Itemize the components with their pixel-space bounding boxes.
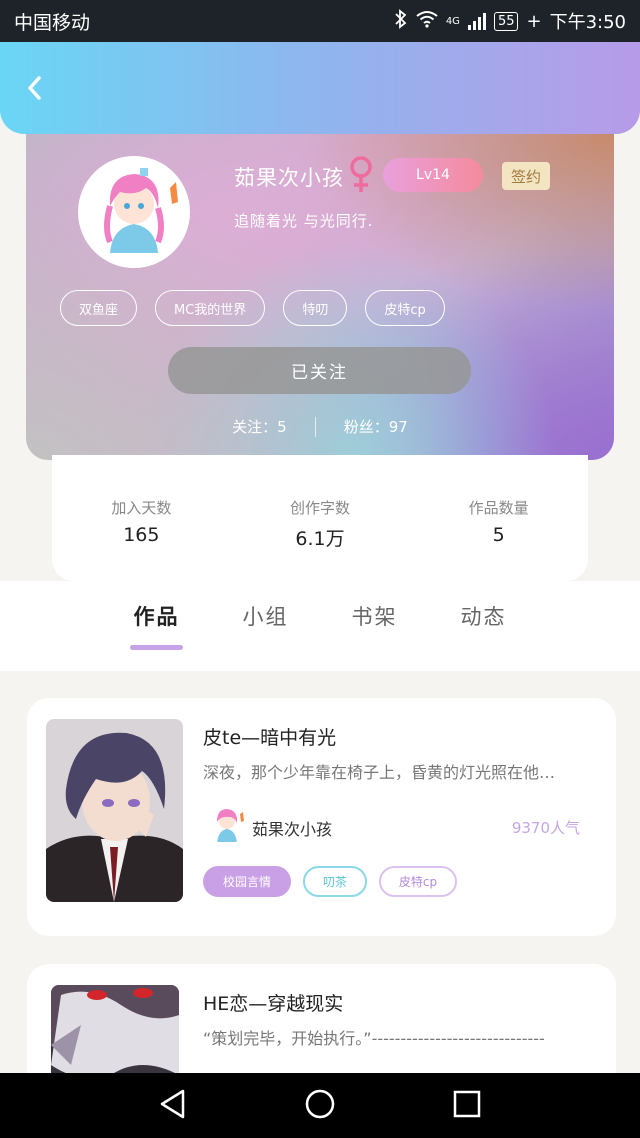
home-nav-icon[interactable]: [304, 1088, 336, 1124]
tab-label: 作品: [133, 605, 180, 629]
book-tags: 校园言情 叨茶 皮特cp: [203, 866, 457, 897]
book-tag[interactable]: 皮特cp: [379, 866, 457, 897]
stat-value: 5: [492, 524, 505, 546]
battery-icon: 55: [493, 11, 519, 31]
username: 茹果次小孩: [234, 166, 344, 190]
tab-bar: 作品 小组 书架 动态: [102, 601, 538, 650]
book-description: 深夜，那个少年靠在椅子上，昏黄的灯光照在他…: [203, 763, 556, 782]
tab-label: 书架: [351, 605, 398, 629]
wifi-icon: [416, 10, 438, 33]
status-icons: 4G 55 + 下午3:50: [394, 8, 626, 34]
header-bar: [0, 42, 640, 134]
signed-badge: 签约: [502, 162, 550, 190]
charging-icon: +: [526, 10, 542, 32]
profile-tag[interactable]: 皮特cp: [365, 290, 445, 326]
popularity-count: 9370人气: [511, 819, 580, 837]
stat-word-count: 创作字数 6.1万: [250, 497, 390, 551]
profile-tag[interactable]: MC我的世界: [155, 290, 266, 326]
avatar[interactable]: [78, 156, 190, 268]
following-count[interactable]: 关注：5: [232, 416, 287, 437]
follow-stats: 关注：5 粉丝：97: [26, 416, 614, 437]
carrier-label: 中国移动: [14, 11, 91, 34]
tabs-area: 作品 小组 书架 动态: [0, 581, 640, 671]
stat-label: 加入天数: [111, 499, 172, 517]
female-icon: [348, 156, 374, 198]
recents-nav-icon[interactable]: [452, 1089, 482, 1123]
level-badge: Lv14: [383, 158, 483, 192]
profile-tag[interactable]: 特叨: [283, 290, 348, 326]
stat-works-count: 作品数量 5: [429, 497, 569, 546]
stat-value: 6.1万: [295, 528, 345, 550]
author-avatar[interactable]: [207, 804, 247, 844]
book-cover[interactable]: [46, 719, 183, 902]
fans-count[interactable]: 粉丝：97: [344, 416, 408, 437]
stat-value: 165: [123, 524, 160, 546]
profile-motto: 追随着光 与光同行.: [234, 212, 374, 230]
stat-label: 创作字数: [289, 499, 350, 517]
profile-card: 茹果次小孩 Lv14 签约 追随着光 与光同行. 双鱼座 MC我的世界 特叨 皮…: [26, 118, 614, 460]
network-type: 4G: [445, 15, 460, 27]
book-tag[interactable]: 叨茶: [303, 866, 367, 897]
tab-works[interactable]: 作品: [102, 601, 211, 650]
chevron-left-icon: [28, 76, 41, 100]
stat-join-days: 加入天数 165: [71, 497, 211, 546]
system-nav-bar: [0, 1073, 640, 1138]
bluetooth-icon: [394, 8, 408, 34]
active-tab-indicator: [130, 645, 183, 650]
status-bar: 中国移动 4G 55 + 下午3:50: [0, 0, 640, 42]
divider: [314, 416, 316, 437]
back-nav-icon[interactable]: [158, 1088, 188, 1124]
stats-card: 加入天数 165 创作字数 6.1万 作品数量 5: [52, 455, 588, 581]
clock: 下午3:50: [549, 12, 626, 33]
stat-label: 作品数量: [468, 499, 529, 517]
back-button[interactable]: [18, 72, 50, 104]
book-title[interactable]: HE恋—穿越现实: [203, 989, 343, 1016]
tab-groups[interactable]: 小组: [211, 601, 320, 631]
tab-label: 小组: [242, 605, 289, 629]
tab-label: 动态: [460, 605, 507, 629]
tab-activity[interactable]: 动态: [429, 601, 538, 631]
book-tag[interactable]: 校园言情: [203, 866, 291, 897]
book-card[interactable]: 皮te—暗中有光 深夜，那个少年靠在椅子上，昏黄的灯光照在他… 茹果次小孩 93…: [27, 698, 616, 936]
tab-bookshelf[interactable]: 书架: [320, 601, 429, 631]
book-title[interactable]: 皮te—暗中有光: [203, 723, 336, 750]
follow-button[interactable]: 已关注: [168, 347, 471, 394]
profile-tags: 双鱼座 MC我的世界 特叨 皮特cp: [60, 290, 445, 326]
book-description: “策划完毕，开始执行。”----------------------------…: [203, 1029, 545, 1048]
profile-tag[interactable]: 双鱼座: [60, 290, 138, 326]
signal-icon: [467, 12, 486, 30]
author-name[interactable]: 茹果次小孩: [252, 816, 332, 840]
